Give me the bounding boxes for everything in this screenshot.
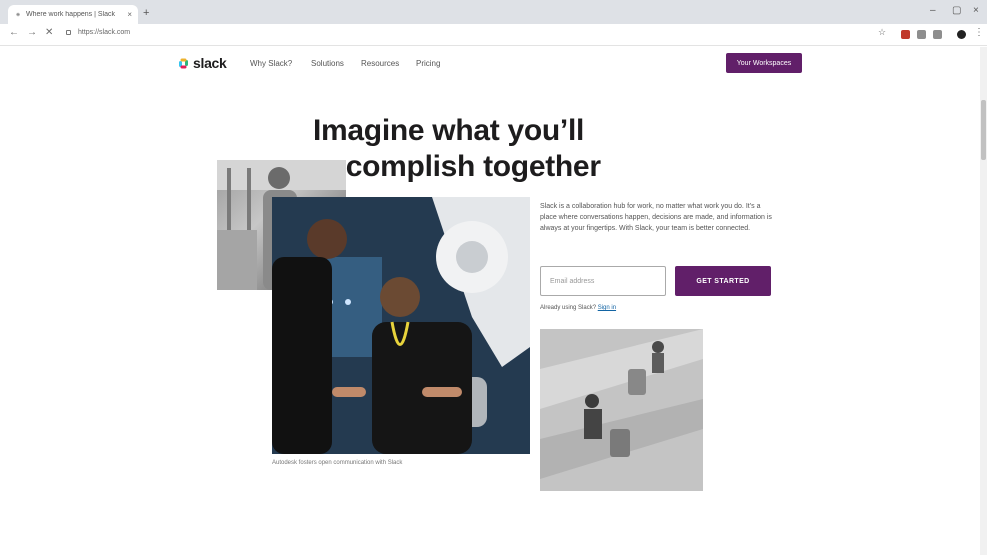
- already-using-text: Already using Slack?: [540, 305, 597, 311]
- aerial-street-image: [540, 329, 703, 491]
- tab-close-icon[interactable]: ×: [127, 10, 132, 19]
- forward-button[interactable]: →: [27, 27, 37, 38]
- logo-text: slack: [193, 55, 227, 71]
- slack-logo[interactable]: slack: [177, 55, 227, 71]
- minimize-button[interactable]: –: [930, 5, 936, 16]
- extension-icon[interactable]: [933, 30, 942, 39]
- browser-tab[interactable]: ⁕ Where work happens | Slack ×: [8, 5, 138, 24]
- tab-strip: ⁕ Where work happens | Slack × + – ▢ ×: [0, 0, 987, 24]
- hero-headline: Imagine what you’ll accomplish together: [313, 114, 601, 183]
- browser-window: ⁕ Where work happens | Slack × + – ▢ × ←…: [0, 0, 987, 555]
- browser-menu-icon[interactable]: ⋮: [974, 27, 984, 38]
- engineers-robot-image: [272, 197, 530, 454]
- tab-title: Where work happens | Slack: [26, 11, 115, 18]
- hero-description: Slack is a collaboration hub for work, n…: [540, 203, 772, 232]
- get-started-button[interactable]: GET STARTED: [675, 266, 771, 296]
- extension-icon[interactable]: [917, 30, 926, 39]
- your-workspaces-button[interactable]: Your Workspaces: [726, 53, 802, 73]
- profile-avatar-icon[interactable]: [957, 30, 966, 39]
- image-caption: Autodesk fosters open communication with…: [272, 460, 403, 466]
- nav-link-pricing[interactable]: Pricing: [416, 59, 440, 68]
- favicon-icon: ⁕: [15, 11, 21, 19]
- close-window-button[interactable]: ×: [973, 5, 979, 16]
- extension-icon[interactable]: [901, 30, 910, 39]
- nav-link-solutions[interactable]: Solutions: [311, 59, 344, 68]
- bookmark-star-icon[interactable]: ☆: [878, 27, 886, 38]
- url-field[interactable]: https://slack.com: [78, 29, 130, 36]
- new-tab-button[interactable]: +: [143, 7, 149, 19]
- nav-link-resources[interactable]: Resources: [361, 59, 399, 68]
- nav-link-why-slack[interactable]: Why Slack?: [250, 59, 292, 68]
- stop-button[interactable]: ✕: [45, 27, 53, 38]
- sign-in-link[interactable]: Sign in: [598, 305, 616, 311]
- lock-icon: [66, 30, 71, 35]
- email-input[interactable]: Email address: [540, 266, 666, 296]
- scrollbar-thumb[interactable]: [981, 100, 986, 160]
- slack-logo-icon: [177, 57, 190, 70]
- signin-prompt: Already using Slack? Sign in: [540, 305, 616, 311]
- back-button[interactable]: ←: [9, 27, 19, 38]
- address-toolbar: ← → ✕ https://slack.com ☆ ⋮: [0, 24, 987, 46]
- page-content: slack Why Slack? Solutions Resources Pri…: [0, 47, 980, 555]
- maximize-button[interactable]: ▢: [952, 5, 961, 16]
